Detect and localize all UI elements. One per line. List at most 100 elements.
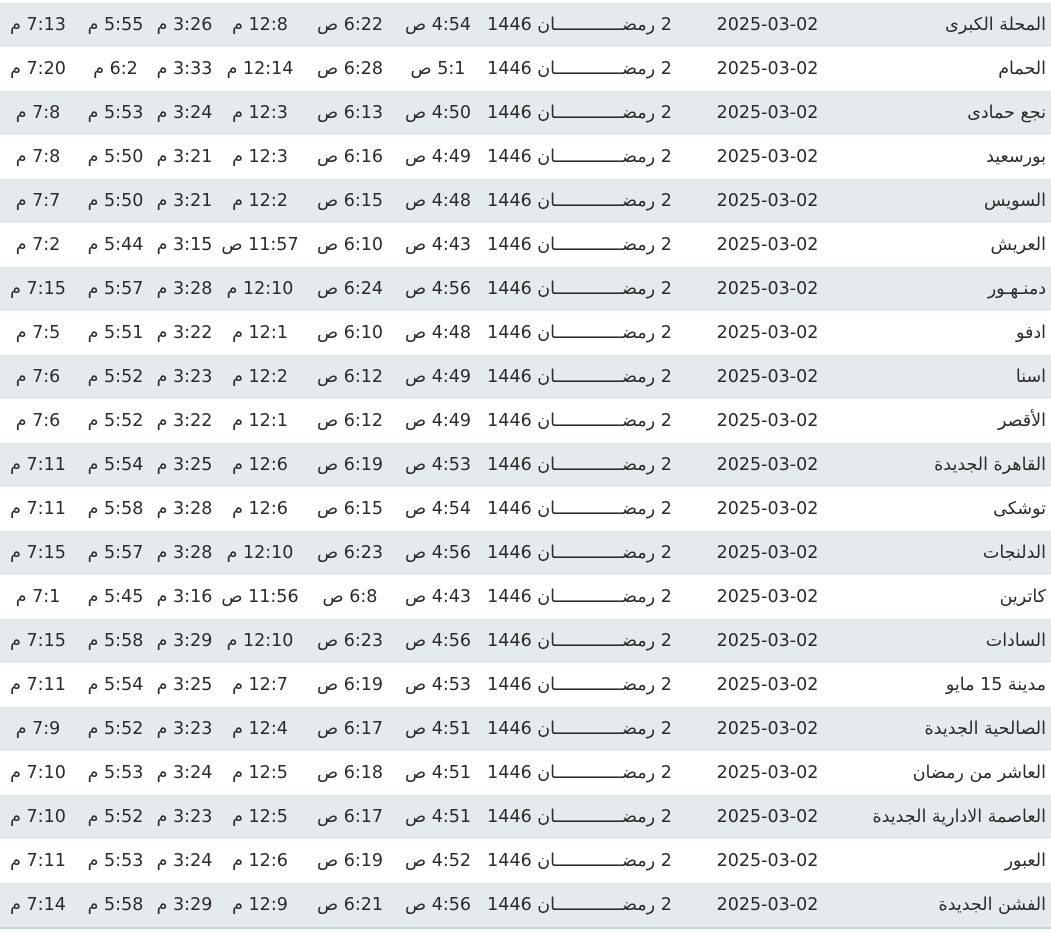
isha-time-cell: 7:2 م <box>15 235 61 255</box>
sunrise-time-cell: 6:19 ص <box>316 851 384 871</box>
table-row: الدلنجات 2025-03-02 2 رمضـــــــــــــان 1… <box>0 531 1051 575</box>
table-row: دمنـهـور 2025-03-02 2 رمضـــــــــــــان 1… <box>0 267 1051 311</box>
hijri-date-cell: 2 رمضـــــــــــــان 1446 <box>487 895 672 915</box>
sunrise-time-cell: 6:16 ص <box>316 147 384 167</box>
fajr-time-cell: 4:48 ص <box>404 323 472 343</box>
asr-time-cell: 3:23 م <box>156 807 213 827</box>
city-cell: السادات <box>985 631 1046 651</box>
maghrib-time-cell: 5:58 م <box>87 499 144 519</box>
city-cell: العاشر من رمضان <box>912 763 1046 783</box>
city-cell: العاصمة الادارية الجديدة <box>872 807 1046 827</box>
dhuhr-time-cell: 12:1 م <box>232 411 288 431</box>
dhuhr-time-cell: 11:56 ص <box>221 587 299 607</box>
maghrib-time-cell: 5:50 م <box>87 147 144 167</box>
gregorian-date-cell: 2025-03-02 <box>716 279 819 299</box>
dhuhr-time-cell: 12:2 م <box>232 367 288 387</box>
dhuhr-time-cell: 12:2 م <box>232 191 288 211</box>
table-row: العاصمة الادارية الجديدة 2025-03-02 2 رمضـ… <box>0 795 1051 839</box>
dhuhr-time-cell: 12:10 م <box>226 631 294 651</box>
isha-time-cell: 7:1 م <box>15 587 61 607</box>
gregorian-date-cell: 2025-03-02 <box>716 675 819 695</box>
maghrib-time-cell: 5:58 م <box>87 895 144 915</box>
table-row: المحلة الكبرى 2025-03-02 2 رمضــــــــــــ… <box>0 3 1051 47</box>
hijri-date-cell: 2 رمضـــــــــــــان 1446 <box>487 719 672 739</box>
hijri-date-cell: 2 رمضـــــــــــــان 1446 <box>487 15 672 35</box>
hijri-date-cell: 2 رمضـــــــــــــان 1446 <box>487 675 672 695</box>
sunrise-time-cell: 6:19 ص <box>316 455 384 475</box>
fajr-time-cell: 4:54 ص <box>404 499 472 519</box>
dhuhr-time-cell: 11:57 ص <box>221 235 299 255</box>
dhuhr-time-cell: 12:5 م <box>232 807 288 827</box>
sunrise-time-cell: 6:15 ص <box>316 191 384 211</box>
fajr-time-cell: 4:52 ص <box>404 851 472 871</box>
asr-time-cell: 3:28 م <box>156 279 213 299</box>
table-row: الصالحية الجديدة 2025-03-02 2 رمضـــــــــ… <box>0 707 1051 751</box>
city-cell: الدلنجات <box>982 543 1046 563</box>
gregorian-date-cell: 2025-03-02 <box>716 895 819 915</box>
isha-time-cell: 7:5 م <box>15 323 61 343</box>
sunrise-time-cell: 6:8 ص <box>322 587 378 607</box>
gregorian-date-cell: 2025-03-02 <box>716 59 819 79</box>
asr-time-cell: 3:16 م <box>156 587 213 607</box>
hijri-date-cell: 2 رمضـــــــــــــان 1446 <box>487 147 672 167</box>
asr-time-cell: 3:15 م <box>156 235 213 255</box>
city-cell: المحلة الكبرى <box>945 15 1046 35</box>
sunrise-time-cell: 6:19 ص <box>316 675 384 695</box>
city-cell: توشكى <box>993 499 1046 519</box>
sunrise-time-cell: 6:28 ص <box>316 59 384 79</box>
dhuhr-time-cell: 12:6 م <box>232 851 288 871</box>
table-row: مدينة 15 مايو 2025-03-02 2 رمضــــــــــــ… <box>0 663 1051 707</box>
city-cell: القاهرة الجديدة <box>934 455 1046 475</box>
maghrib-time-cell: 5:54 م <box>87 455 144 475</box>
fajr-time-cell: 4:56 ص <box>404 895 472 915</box>
fajr-time-cell: 4:49 ص <box>404 367 472 387</box>
table-row: القاهرة الجديدة 2025-03-02 2 رمضــــــــــ… <box>0 443 1051 487</box>
hijri-date-cell: 2 رمضـــــــــــــان 1446 <box>487 279 672 299</box>
isha-time-cell: 7:8 م <box>15 147 61 167</box>
hijri-date-cell: 2 رمضـــــــــــــان 1446 <box>487 191 672 211</box>
asr-time-cell: 3:29 م <box>156 631 213 651</box>
maghrib-time-cell: 5:58 م <box>87 631 144 651</box>
maghrib-time-cell: 5:57 م <box>87 543 144 563</box>
fajr-time-cell: 4:49 ص <box>404 147 472 167</box>
table-row: نجع حمادى 2025-03-02 2 رمضـــــــــــــان … <box>0 91 1051 135</box>
isha-time-cell: 7:13 م <box>10 15 66 35</box>
dhuhr-time-cell: 12:10 م <box>226 543 294 563</box>
asr-time-cell: 3:21 م <box>156 147 213 167</box>
gregorian-date-cell: 2025-03-02 <box>716 411 819 431</box>
isha-time-cell: 7:11 م <box>10 455 66 475</box>
sunrise-time-cell: 6:12 ص <box>316 367 384 387</box>
asr-time-cell: 3:23 م <box>156 367 213 387</box>
sunrise-time-cell: 6:10 ص <box>316 235 384 255</box>
city-cell: الصالحية الجديدة <box>924 719 1046 739</box>
maghrib-time-cell: 5:50 م <box>87 191 144 211</box>
city-cell: الحمام <box>998 59 1046 79</box>
dhuhr-time-cell: 12:6 م <box>232 499 288 519</box>
dhuhr-time-cell: 12:9 م <box>232 895 288 915</box>
isha-time-cell: 7:15 م <box>10 279 66 299</box>
table-row: الفشن الجديدة 2025-03-02 2 رمضــــــــــــ… <box>0 883 1051 927</box>
table-row: السادات 2025-03-02 2 رمضـــــــــــــان 14… <box>0 619 1051 663</box>
fajr-time-cell: 4:51 ص <box>404 719 472 739</box>
isha-time-cell: 7:11 م <box>10 499 66 519</box>
sunrise-time-cell: 6:24 ص <box>316 279 384 299</box>
gregorian-date-cell: 2025-03-02 <box>716 543 819 563</box>
city-cell: مدينة 15 مايو <box>945 675 1046 695</box>
asr-time-cell: 3:24 م <box>156 851 213 871</box>
fajr-time-cell: 4:56 ص <box>404 631 472 651</box>
isha-time-cell: 7:10 م <box>10 807 66 827</box>
city-cell: الفشن الجديدة <box>938 895 1046 915</box>
table-row: بورسعيد 2025-03-02 2 رمضـــــــــــــان 14… <box>0 135 1051 179</box>
table-row: العاشر من رمضان 2025-03-02 2 رمضــــــــــ… <box>0 751 1051 795</box>
maghrib-time-cell: 5:53 م <box>87 103 144 123</box>
fajr-time-cell: 4:49 ص <box>404 411 472 431</box>
sunrise-time-cell: 6:15 ص <box>316 499 384 519</box>
gregorian-date-cell: 2025-03-02 <box>716 367 819 387</box>
hijri-date-cell: 2 رمضـــــــــــــان 1446 <box>487 411 672 431</box>
city-cell: دمنـهـور <box>987 279 1046 299</box>
maghrib-time-cell: 5:55 م <box>87 15 144 35</box>
maghrib-time-cell: 5:52 م <box>87 719 144 739</box>
isha-time-cell: 7:11 م <box>10 851 66 871</box>
city-cell: كاترين <box>999 587 1046 607</box>
sunrise-time-cell: 6:12 ص <box>316 411 384 431</box>
